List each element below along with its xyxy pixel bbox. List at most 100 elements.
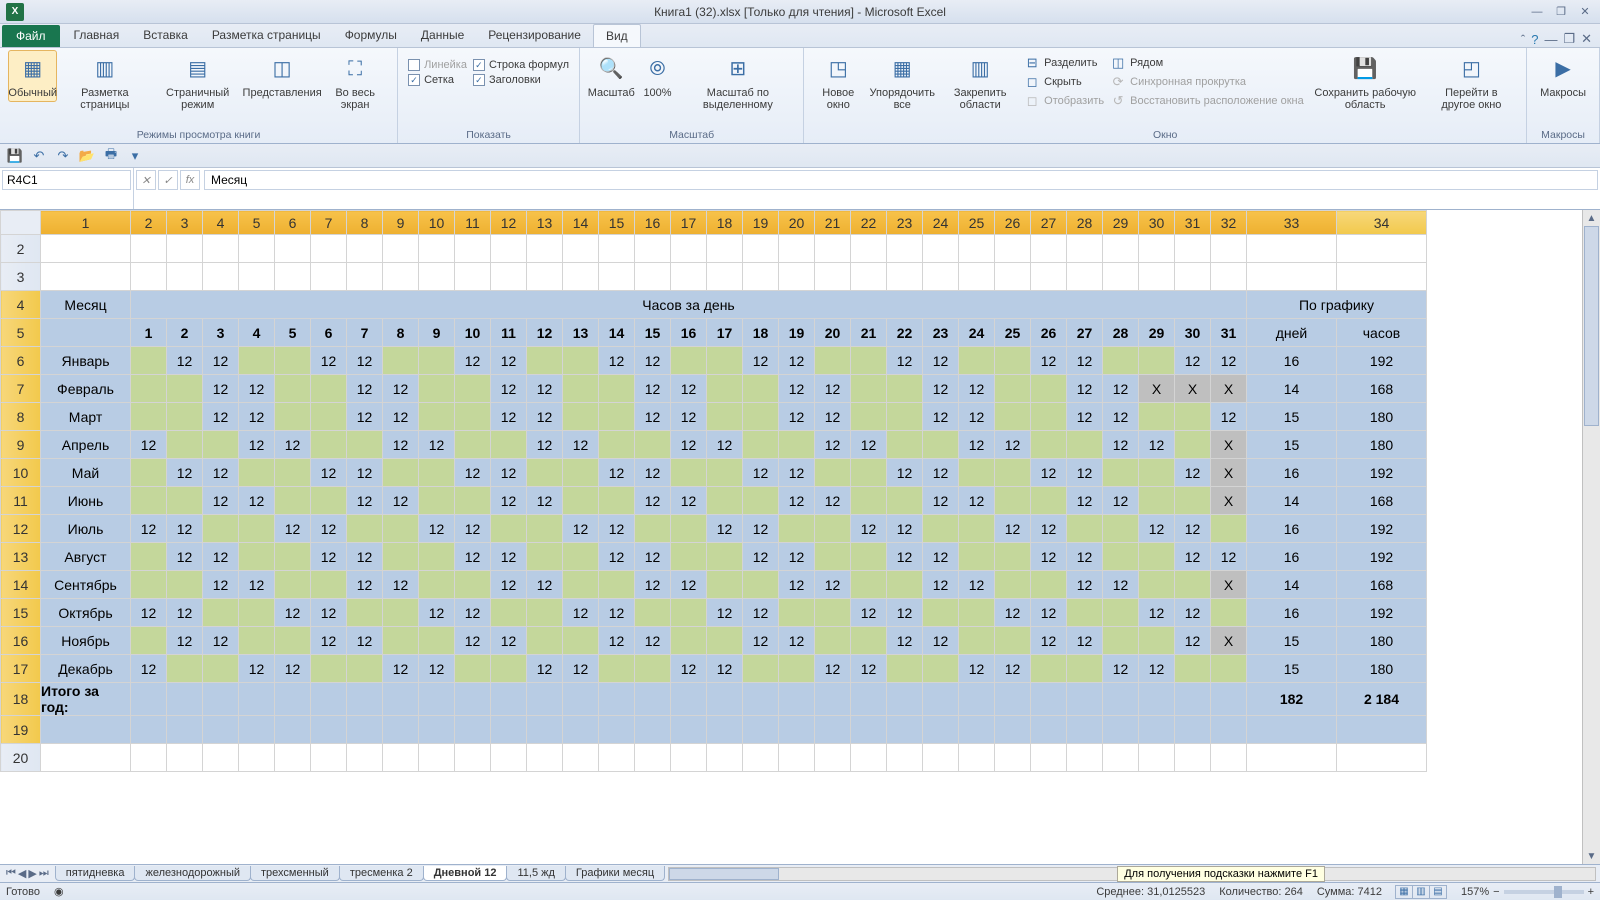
cell[interactable] <box>707 403 743 431</box>
split-button[interactable]: ⊟Разделить <box>1022 54 1106 72</box>
headings-checkbox[interactable]: ✓Заголовки <box>471 73 571 87</box>
row-header[interactable]: 19 <box>1 716 41 744</box>
sheet-tab[interactable]: Дневной 12 <box>423 866 508 881</box>
cell[interactable] <box>455 403 491 431</box>
sheet-tab[interactable]: трехсменный <box>250 866 340 881</box>
cell[interactable] <box>419 744 455 772</box>
row-header[interactable]: 18 <box>1 683 41 716</box>
cell[interactable] <box>347 515 383 543</box>
column-header[interactable]: 3 <box>167 211 203 235</box>
cell[interactable]: 20 <box>815 319 851 347</box>
cell[interactable] <box>419 347 455 375</box>
cell[interactable] <box>1175 403 1211 431</box>
column-header[interactable]: 14 <box>563 211 599 235</box>
cell[interactable]: 12 <box>347 347 383 375</box>
cell[interactable] <box>131 235 167 263</box>
cell[interactable]: 12 <box>347 459 383 487</box>
row-header[interactable]: 14 <box>1 571 41 599</box>
cell[interactable] <box>1247 744 1337 772</box>
column-header[interactable]: 11 <box>455 211 491 235</box>
cell[interactable] <box>995 744 1031 772</box>
cell[interactable]: 3 <box>203 319 239 347</box>
cell[interactable] <box>959 459 995 487</box>
cell[interactable]: 12 <box>815 487 851 515</box>
cell[interactable] <box>599 375 635 403</box>
cell[interactable] <box>1211 683 1247 716</box>
cell[interactable]: 12 <box>779 347 815 375</box>
save-icon[interactable]: 💾 <box>6 147 24 165</box>
cell[interactable] <box>347 263 383 291</box>
cell[interactable] <box>239 627 275 655</box>
cell[interactable]: 12 <box>1067 403 1103 431</box>
cell[interactable] <box>815 627 851 655</box>
sheet-nav-last-icon[interactable]: ⏭ <box>39 867 49 880</box>
cell[interactable] <box>1067 716 1103 744</box>
cell[interactable]: 168 <box>1337 375 1427 403</box>
cell[interactable] <box>599 487 635 515</box>
cell[interactable] <box>1211 599 1247 627</box>
cell[interactable] <box>1103 716 1139 744</box>
cell[interactable]: 12 <box>635 403 671 431</box>
cell[interactable]: 12 <box>527 655 563 683</box>
cell[interactable]: 12 <box>671 571 707 599</box>
cell[interactable] <box>383 543 419 571</box>
cell[interactable]: 12 <box>1067 459 1103 487</box>
cell[interactable] <box>635 263 671 291</box>
cell[interactable]: 12 <box>959 487 995 515</box>
cell[interactable] <box>455 744 491 772</box>
cell[interactable] <box>203 235 239 263</box>
cell[interactable] <box>455 683 491 716</box>
cell[interactable] <box>347 716 383 744</box>
cell[interactable] <box>851 459 887 487</box>
cell[interactable]: Июль <box>41 515 131 543</box>
cell[interactable]: 12 <box>1139 655 1175 683</box>
cell[interactable] <box>887 235 923 263</box>
cell[interactable] <box>239 744 275 772</box>
cell[interactable]: 12 <box>599 543 635 571</box>
cell[interactable] <box>779 599 815 627</box>
cell[interactable]: 12 <box>491 627 527 655</box>
cell[interactable]: 12 <box>167 543 203 571</box>
cell[interactable] <box>1247 235 1337 263</box>
cell[interactable] <box>707 683 743 716</box>
doc-restore-icon[interactable]: ❐ <box>1563 31 1575 47</box>
cell[interactable] <box>1103 459 1139 487</box>
cell[interactable] <box>311 571 347 599</box>
sheet-nav-first-icon[interactable]: ⏮ <box>6 867 16 880</box>
cell[interactable]: 12 <box>923 487 959 515</box>
vertical-scrollbar[interactable]: ▲ ▼ <box>1582 210 1600 864</box>
cell[interactable]: X <box>1211 431 1247 459</box>
cell[interactable] <box>671 716 707 744</box>
cell[interactable]: 12 <box>1103 487 1139 515</box>
cell[interactable]: 12 <box>1067 375 1103 403</box>
open-icon[interactable]: 📂 <box>78 147 96 165</box>
scroll-up-icon[interactable]: ▲ <box>1583 210 1600 226</box>
cell[interactable] <box>419 571 455 599</box>
cell[interactable] <box>995 487 1031 515</box>
cell[interactable] <box>239 599 275 627</box>
cell[interactable] <box>563 716 599 744</box>
cell[interactable] <box>851 403 887 431</box>
cell[interactable]: 12 <box>635 627 671 655</box>
cell[interactable]: Январь <box>41 347 131 375</box>
cell[interactable] <box>923 515 959 543</box>
cell[interactable] <box>203 716 239 744</box>
cell[interactable] <box>131 744 167 772</box>
cell[interactable] <box>383 459 419 487</box>
cell[interactable] <box>41 716 131 744</box>
cell[interactable]: 12 <box>707 515 743 543</box>
cell[interactable]: 6 <box>311 319 347 347</box>
custom-views-button[interactable]: ◫Представления <box>245 50 319 102</box>
zoom-in-icon[interactable]: + <box>1588 886 1594 898</box>
cell[interactable] <box>815 744 851 772</box>
cell[interactable]: 15 <box>1247 431 1337 459</box>
zoom-control[interactable]: 157% − + <box>1461 886 1594 898</box>
cell[interactable]: 12 <box>635 459 671 487</box>
cell[interactable]: 14 <box>1247 571 1337 599</box>
column-header[interactable]: 2 <box>131 211 167 235</box>
cell[interactable] <box>383 627 419 655</box>
cell[interactable] <box>1175 571 1211 599</box>
cell[interactable]: дней <box>1247 319 1337 347</box>
cell[interactable] <box>671 627 707 655</box>
cell[interactable] <box>1211 716 1247 744</box>
